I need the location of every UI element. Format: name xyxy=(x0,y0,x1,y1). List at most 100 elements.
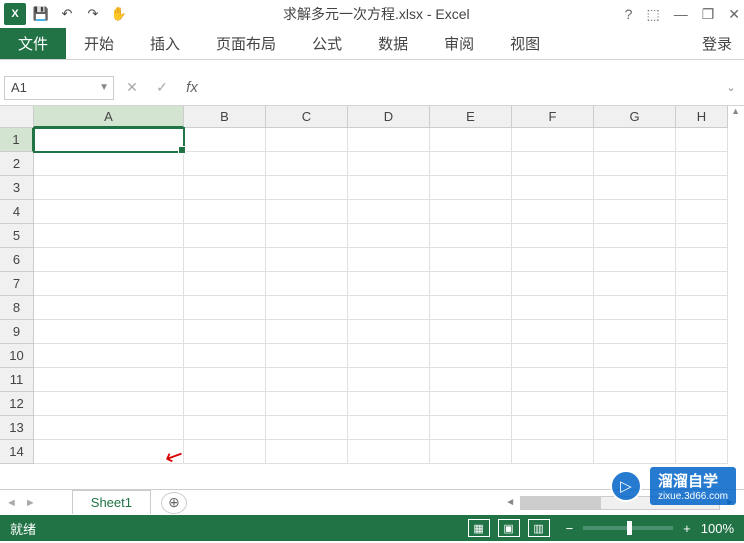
cell[interactable] xyxy=(184,368,266,392)
tab-view[interactable]: 视图 xyxy=(492,28,558,59)
cell[interactable] xyxy=(348,392,430,416)
cell[interactable] xyxy=(594,296,676,320)
help-icon[interactable]: ? xyxy=(625,6,633,22)
hscroll-left-icon[interactable]: ◄ xyxy=(502,497,518,508)
cell[interactable] xyxy=(184,392,266,416)
cell[interactable] xyxy=(430,176,512,200)
zoom-in-icon[interactable]: + xyxy=(683,521,691,536)
cell[interactable] xyxy=(512,344,594,368)
cell[interactable] xyxy=(676,248,728,272)
row-header[interactable]: 11 xyxy=(0,368,34,392)
cell[interactable] xyxy=(34,200,184,224)
cell[interactable] xyxy=(184,344,266,368)
cell[interactable] xyxy=(594,440,676,464)
cell[interactable] xyxy=(184,320,266,344)
cell[interactable] xyxy=(676,272,728,296)
hscroll-right-icon[interactable]: ► xyxy=(722,497,738,508)
cell[interactable] xyxy=(348,344,430,368)
col-header-C[interactable]: C xyxy=(266,106,348,128)
tab-data[interactable]: 数据 xyxy=(360,28,426,59)
cell[interactable] xyxy=(594,272,676,296)
cell[interactable] xyxy=(594,224,676,248)
sheet-tab-active[interactable]: Sheet1 xyxy=(72,490,151,514)
cell[interactable] xyxy=(594,368,676,392)
normal-view-icon[interactable]: ▦ xyxy=(468,519,490,537)
cell[interactable] xyxy=(184,272,266,296)
cell[interactable] xyxy=(512,416,594,440)
tab-page-layout[interactable]: 页面布局 xyxy=(198,28,294,59)
col-header-B[interactable]: B xyxy=(184,106,266,128)
cell[interactable] xyxy=(594,200,676,224)
row-header[interactable]: 4 xyxy=(0,200,34,224)
cell[interactable] xyxy=(594,344,676,368)
cell[interactable] xyxy=(348,296,430,320)
row-header[interactable]: 1 xyxy=(0,128,34,152)
cell[interactable] xyxy=(266,248,348,272)
formula-enter-icon[interactable]: ✓ xyxy=(148,76,176,100)
restore-icon[interactable]: ❐ xyxy=(702,6,715,23)
cell[interactable] xyxy=(348,368,430,392)
cell[interactable] xyxy=(430,392,512,416)
col-header-F[interactable]: F xyxy=(512,106,594,128)
cell[interactable] xyxy=(34,296,184,320)
cell[interactable] xyxy=(266,392,348,416)
name-box-chevron-down-icon[interactable]: ▼ xyxy=(99,82,109,93)
cell[interactable] xyxy=(594,392,676,416)
row-header[interactable]: 7 xyxy=(0,272,34,296)
cell[interactable] xyxy=(348,320,430,344)
sheet-nav-prev-icon[interactable]: ◄ xyxy=(6,497,17,509)
cell[interactable] xyxy=(676,440,728,464)
sheet-nav-next-icon[interactable]: ► xyxy=(25,497,36,509)
cell[interactable] xyxy=(512,224,594,248)
row-header[interactable]: 3 xyxy=(0,176,34,200)
cell[interactable] xyxy=(184,248,266,272)
cell[interactable] xyxy=(512,128,594,152)
cell[interactable] xyxy=(34,176,184,200)
cell[interactable] xyxy=(266,440,348,464)
cell[interactable] xyxy=(512,368,594,392)
cell[interactable] xyxy=(34,152,184,176)
cell[interactable] xyxy=(430,320,512,344)
cell[interactable] xyxy=(34,320,184,344)
cell[interactable] xyxy=(676,392,728,416)
cell[interactable] xyxy=(512,440,594,464)
cell[interactable] xyxy=(348,200,430,224)
row-header[interactable]: 2 xyxy=(0,152,34,176)
cell[interactable] xyxy=(512,200,594,224)
cell[interactable] xyxy=(594,128,676,152)
tab-file[interactable]: 文件 xyxy=(0,28,66,59)
cell[interactable] xyxy=(430,128,512,152)
zoom-out-icon[interactable]: − xyxy=(566,521,574,536)
tab-review[interactable]: 审阅 xyxy=(426,28,492,59)
cell[interactable] xyxy=(266,224,348,248)
row-header[interactable]: 10 xyxy=(0,344,34,368)
cell[interactable] xyxy=(348,152,430,176)
cell[interactable] xyxy=(512,152,594,176)
cell[interactable] xyxy=(676,224,728,248)
cell[interactable] xyxy=(348,224,430,248)
cell[interactable] xyxy=(266,176,348,200)
cell[interactable] xyxy=(34,392,184,416)
cell[interactable] xyxy=(34,128,184,152)
cell[interactable] xyxy=(184,296,266,320)
cell[interactable] xyxy=(34,248,184,272)
cell[interactable] xyxy=(184,152,266,176)
page-layout-view-icon[interactable]: ▣ xyxy=(498,519,520,537)
cell[interactable] xyxy=(430,368,512,392)
cell[interactable] xyxy=(34,440,184,464)
close-icon[interactable]: ✕ xyxy=(728,6,740,23)
cell[interactable] xyxy=(594,152,676,176)
cell[interactable] xyxy=(184,200,266,224)
cell[interactable] xyxy=(430,200,512,224)
cell[interactable] xyxy=(184,128,266,152)
cell[interactable] xyxy=(34,344,184,368)
tab-home[interactable]: 开始 xyxy=(66,28,132,59)
insert-function-icon[interactable]: fx xyxy=(178,76,206,100)
add-sheet-button[interactable]: ⊕ xyxy=(161,492,187,514)
cell[interactable] xyxy=(430,272,512,296)
formula-cancel-icon[interactable]: ✕ xyxy=(118,76,146,100)
cell[interactable] xyxy=(266,344,348,368)
hscroll-thumb[interactable] xyxy=(521,497,601,509)
cell[interactable] xyxy=(430,344,512,368)
horizontal-scrollbar[interactable]: ◄ ► xyxy=(502,496,744,510)
